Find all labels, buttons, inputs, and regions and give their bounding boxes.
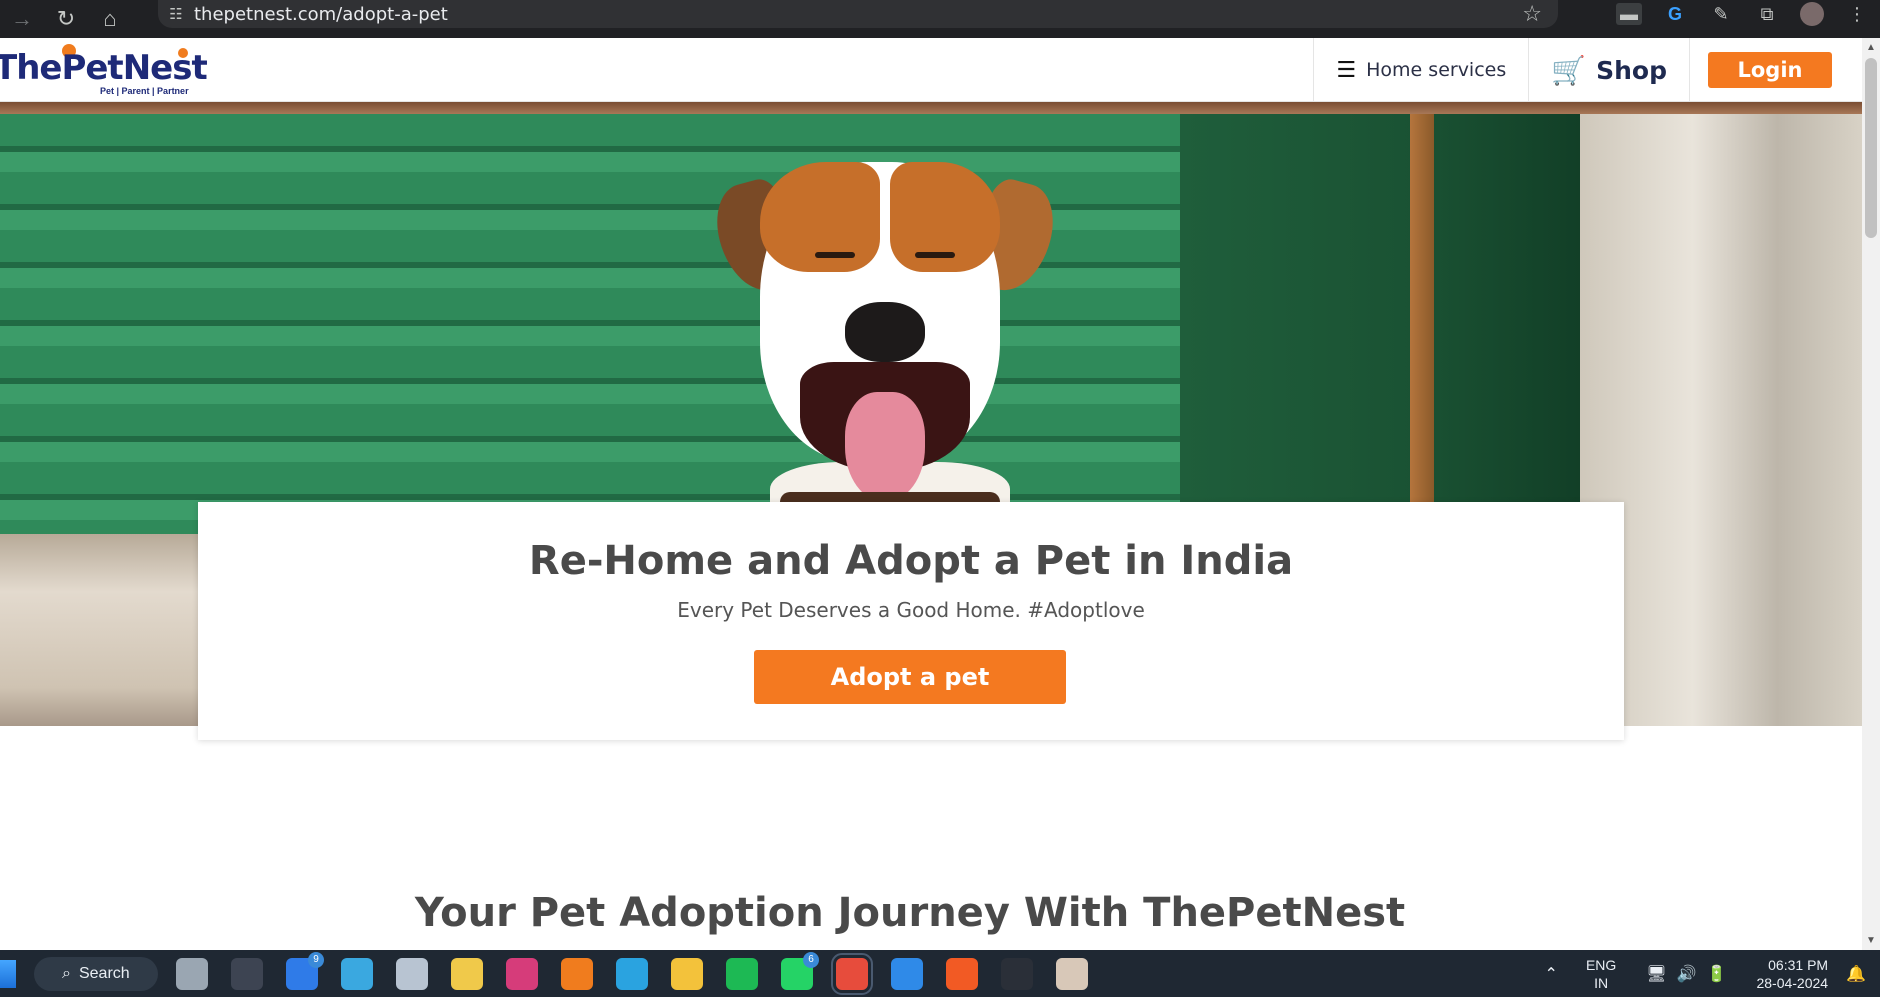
scroll-down-icon[interactable]: ▼ [1866,935,1876,946]
url-text[interactable]: thepetnest.com/adopt-a-pet [194,4,448,25]
chrome-icon[interactable] [831,952,873,995]
todo-icon[interactable]: 9 [286,951,324,990]
language-indicator[interactable]: ENG IN [1586,956,1616,992]
hamburger-icon: ☰ [1336,57,1357,82]
language-line1: ENG [1585,956,1617,973]
logo-wordmark: ThePetNest [0,48,208,88]
snipping-tool-icon[interactable] [396,957,428,990]
forward-icon[interactable]: → [0,0,44,38]
logo-tagline: Pet | Parent | Partner [100,86,189,96]
taskbar-apps: 96 [176,950,1088,997]
shop-link[interactable]: 🛒 Shop [1528,38,1689,102]
hero-title: Re-Home and Adopt a Pet in India [528,538,1294,584]
notepad-icon[interactable] [341,957,373,990]
address-bar[interactable]: ☷ thepetnest.com/adopt-a-pet ☆ [158,0,1558,28]
menu-dots-icon[interactable]: ⋮ [1844,3,1870,25]
hero-subtitle: Every Pet Deserves a Good Home. #Adoptlo… [677,598,1145,622]
windows-start-icon[interactable] [0,959,16,988]
clock[interactable]: 06:31 PM 28-04-2024 [1756,956,1828,992]
home-services-menu[interactable]: ☰ Home services [1313,38,1528,102]
volume-icon: 🔊 [1676,965,1697,983]
scroll-up-icon[interactable]: ▲ [1866,42,1876,53]
scrollbar-thumb[interactable] [1865,58,1877,238]
instagram-icon[interactable] [506,957,538,990]
clock-time: 06:31 PM [1768,956,1829,973]
spotify-icon[interactable] [726,957,758,990]
site-header: ThePetNest Pet | Parent | Partner ☰ Home… [0,38,1862,102]
header-nav: ☰ Home services 🛒 Shop Login [1313,38,1862,102]
whatsapp-icon[interactable]: 6 [781,951,819,990]
unity-icon[interactable] [231,957,263,990]
taskbar-search[interactable]: ⌕ Search [34,957,158,991]
image-app-icon[interactable] [1056,957,1088,990]
web-page: ThePetNest Pet | Parent | Partner ☰ Home… [0,38,1880,950]
notification-bell-icon[interactable]: 🔔 [1846,964,1866,984]
grammarly-icon[interactable]: G [1662,3,1688,25]
extensions-puzzle-icon[interactable]: ⧉ [1754,3,1780,25]
vlc-icon[interactable] [561,957,593,990]
notification-badge: 9 [308,951,324,968]
extension-icons: ▬ G ✎ ⧉ ⋮ [1616,0,1870,28]
network-icon: 🖥 [1646,965,1667,983]
vscode-icon[interactable] [891,957,923,990]
login-button[interactable]: Login [1708,52,1832,88]
eyedropper-icon[interactable]: ✎ [1708,3,1734,25]
taskbar-search-label: Search [78,965,130,982]
terminal-icon[interactable] [1001,957,1033,990]
task-view-icon[interactable] [176,957,208,990]
profile-avatar[interactable] [1800,2,1824,26]
system-icons[interactable]: 🖥 🔊 🔋 [1646,964,1726,984]
browser-toolbar: → ↻ ⌂ ☷ thepetnest.com/adopt-a-pet ☆ ▬ G… [0,0,1880,38]
clock-date: 28-04-2024 [1756,974,1829,991]
microsoft-store-icon[interactable] [451,957,483,990]
battery-icon: 🔋 [1706,965,1727,983]
notification-badge: 6 [803,951,819,968]
page-scrollbar[interactable]: ▲ ▼ [1862,38,1880,950]
search-icon: ⌕ [62,965,71,982]
login-container: Login [1689,38,1862,102]
bookmark-star-icon[interactable]: ☆ [1522,1,1542,27]
home-icon[interactable]: ⌂ [88,0,132,38]
chevron-up-icon[interactable]: ⌃ [1545,964,1558,984]
telegram-icon[interactable] [616,957,648,990]
site-info-icon[interactable]: ☷ [158,5,194,23]
language-line2: IN [1594,974,1609,991]
dog-photo [680,142,1080,552]
system-tray: ⌃ ENG IN 🖥 🔊 🔋 06:31 PM 28-04-2024 🔔 [1545,950,1880,997]
journey-heading: Your Pet Adoption Journey With ThePetNes… [414,890,1406,936]
shop-label: Shop [1596,55,1667,85]
shopping-cart-icon: 🛒 [1551,54,1587,86]
home-services-label: Home services [1366,59,1507,81]
file-explorer-icon[interactable] [671,957,703,990]
extension-icon[interactable]: ▬ [1616,3,1642,25]
thepetnest-logo[interactable]: ThePetNest Pet | Parent | Partner [0,44,208,98]
brave-icon[interactable] [946,957,978,990]
windows-taskbar: ⌕ Search 96 ⌃ ENG IN 🖥 🔊 🔋 06:31 PM 28-0… [0,950,1880,997]
hero-card: Re-Home and Adopt a Pet in India Every P… [198,502,1624,740]
reload-icon[interactable]: ↻ [44,0,88,38]
adopt-a-pet-button[interactable]: Adopt a pet [754,650,1066,704]
